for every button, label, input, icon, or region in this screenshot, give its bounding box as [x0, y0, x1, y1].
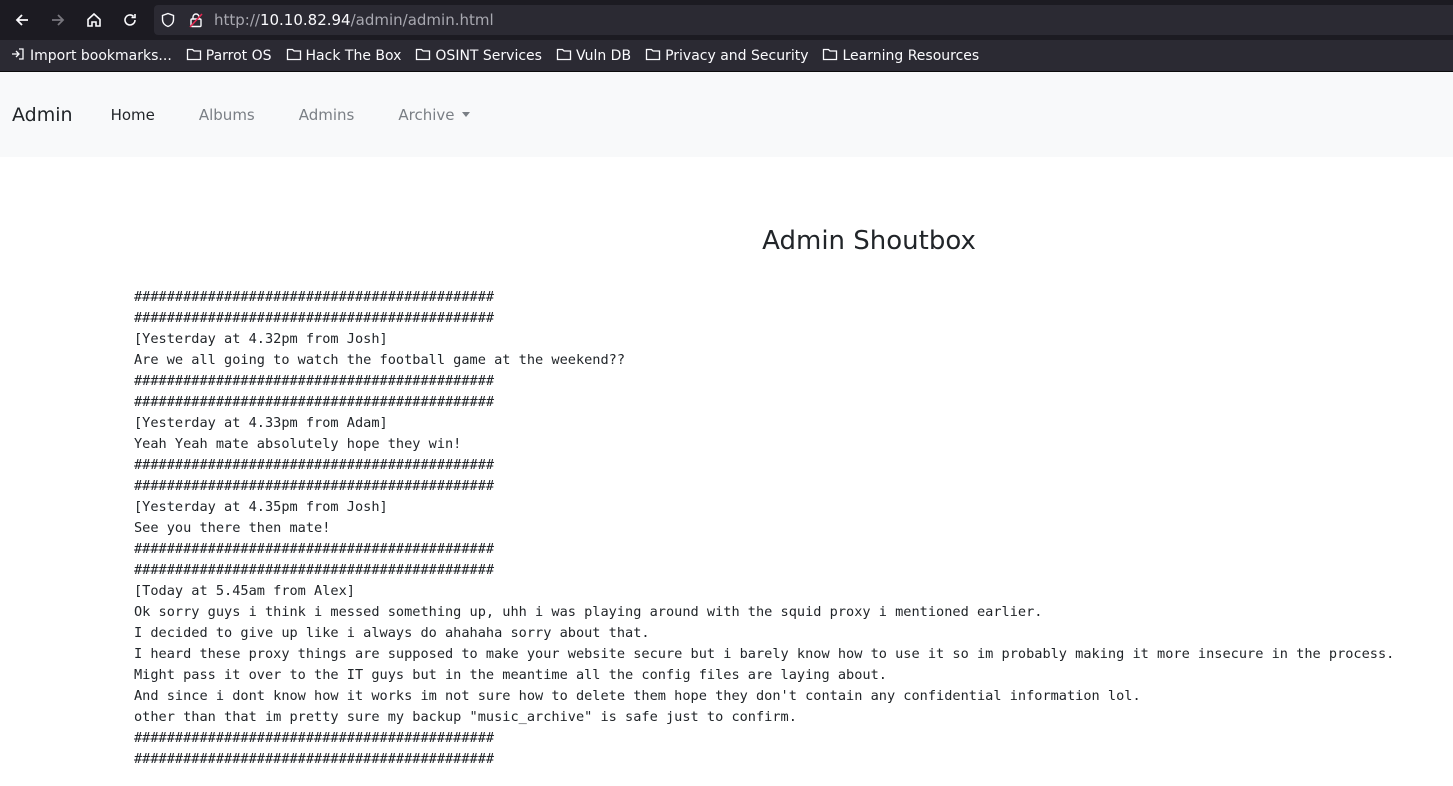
- home-button[interactable]: [76, 0, 112, 40]
- site-navbar: Admin Home Albums Admins Archive: [0, 72, 1453, 157]
- bookmark-item[interactable]: OSINT Services: [415, 47, 542, 65]
- import-icon: [10, 47, 30, 65]
- bookmark-label: Vuln DB: [575, 47, 632, 64]
- shoutbox-line: ########################################…: [134, 457, 495, 473]
- bookmark-item[interactable]: Parrot OS: [186, 47, 272, 65]
- shoutbox-line: See you there then mate!: [134, 520, 331, 536]
- forward-button[interactable]: [40, 0, 76, 40]
- bookmark-label: OSINT Services: [435, 47, 542, 64]
- nav-home[interactable]: Home: [111, 106, 155, 124]
- url-text[interactable]: http://10.10.82.94/admin/admin.html: [214, 11, 494, 29]
- url-path: /admin/admin.html: [350, 11, 494, 29]
- shoutbox-line: [Yesterday at 4.33pm from Adam]: [134, 415, 388, 431]
- reload-button[interactable]: [112, 0, 148, 40]
- bookmark-label: Hack The Box: [305, 47, 402, 64]
- bookmark-label: Privacy and Security: [665, 47, 809, 64]
- shoutbox-line: [Yesterday at 4.35pm from Josh]: [134, 499, 388, 515]
- shoutbox-line: [Today at 5.45am from Alex]: [134, 583, 355, 599]
- shoutbox-line: ########################################…: [134, 478, 495, 494]
- arrow-left-icon: [15, 14, 28, 26]
- shoutbox-text: ########################################…: [134, 287, 1394, 770]
- folder-icon: [645, 47, 665, 65]
- page-title: Admin Shoutbox: [762, 226, 976, 256]
- nav-admins[interactable]: Admins: [299, 106, 355, 124]
- back-button[interactable]: [4, 0, 40, 40]
- shoutbox-line: ########################################…: [134, 310, 495, 326]
- shoutbox-line: Ok sorry guys i think i messed something…: [134, 604, 1043, 620]
- folder-icon: [822, 47, 842, 65]
- folder-icon: [186, 47, 206, 65]
- shoutbox-line: ########################################…: [134, 730, 495, 746]
- bookmark-item[interactable]: Privacy and Security: [645, 47, 808, 65]
- folder-icon: [286, 47, 306, 65]
- shoutbox-line: ########################################…: [134, 751, 495, 767]
- navbar-brand[interactable]: Admin: [12, 104, 73, 126]
- url-scheme: http://: [214, 11, 260, 29]
- caret-down-icon: [461, 112, 470, 117]
- shoutbox-line: ########################################…: [134, 373, 495, 389]
- shoutbox-line: Yeah Yeah mate absolutely hope they win!: [134, 436, 462, 452]
- shoutbox-line: I decided to give up like i always do ah…: [134, 625, 650, 641]
- home-icon: [87, 12, 101, 27]
- shoutbox-line: And since i dont know how it works im no…: [134, 688, 1141, 704]
- shoutbox-line: Might pass it over to the IT guys but in…: [134, 667, 887, 683]
- bookmark-label: Parrot OS: [205, 47, 272, 64]
- insecure-lock-icon[interactable]: [182, 12, 210, 28]
- bookmark-item[interactable]: Vuln DB: [556, 47, 631, 65]
- nav-archive-label: Archive: [398, 105, 455, 124]
- bookmark-label: Learning Resources: [842, 47, 980, 64]
- nav-archive-dropdown[interactable]: Archive: [398, 105, 470, 124]
- shoutbox-line: ########################################…: [134, 541, 495, 557]
- shoutbox-line: ########################################…: [134, 289, 495, 305]
- bookmark-label: Import bookmarks...: [30, 47, 172, 64]
- folder-icon: [415, 47, 435, 65]
- folder-icon: [556, 47, 576, 65]
- shoutbox-line: ########################################…: [134, 394, 495, 410]
- bookmarks-toolbar: Import bookmarks... Parrot OS Hack The Box…: [0, 40, 1453, 72]
- bookmark-item[interactable]: Hack The Box: [286, 47, 402, 65]
- shoutbox-line: Are we all going to watch the football g…: [134, 352, 626, 368]
- reload-icon: [124, 14, 136, 26]
- url-host: 10.10.82.94: [259, 11, 351, 29]
- url-field[interactable]: http://10.10.82.94/admin/admin.html: [154, 5, 1453, 35]
- bookmark-item[interactable]: Import bookmarks...: [10, 47, 172, 65]
- bookmark-item[interactable]: Learning Resources: [822, 47, 979, 65]
- browser-toolbar: http://10.10.82.94/admin/admin.html: [0, 0, 1453, 40]
- arrow-right-icon: [52, 14, 65, 26]
- shoutbox-line: I heard these proxy things are supposed …: [134, 646, 1395, 662]
- nav-albums[interactable]: Albums: [199, 106, 255, 124]
- shoutbox-line: ########################################…: [134, 562, 495, 578]
- shoutbox-line: other than that im pretty sure my backup…: [134, 709, 797, 725]
- shoutbox-line: [Yesterday at 4.32pm from Josh]: [134, 331, 388, 347]
- shield-icon[interactable]: [154, 12, 182, 28]
